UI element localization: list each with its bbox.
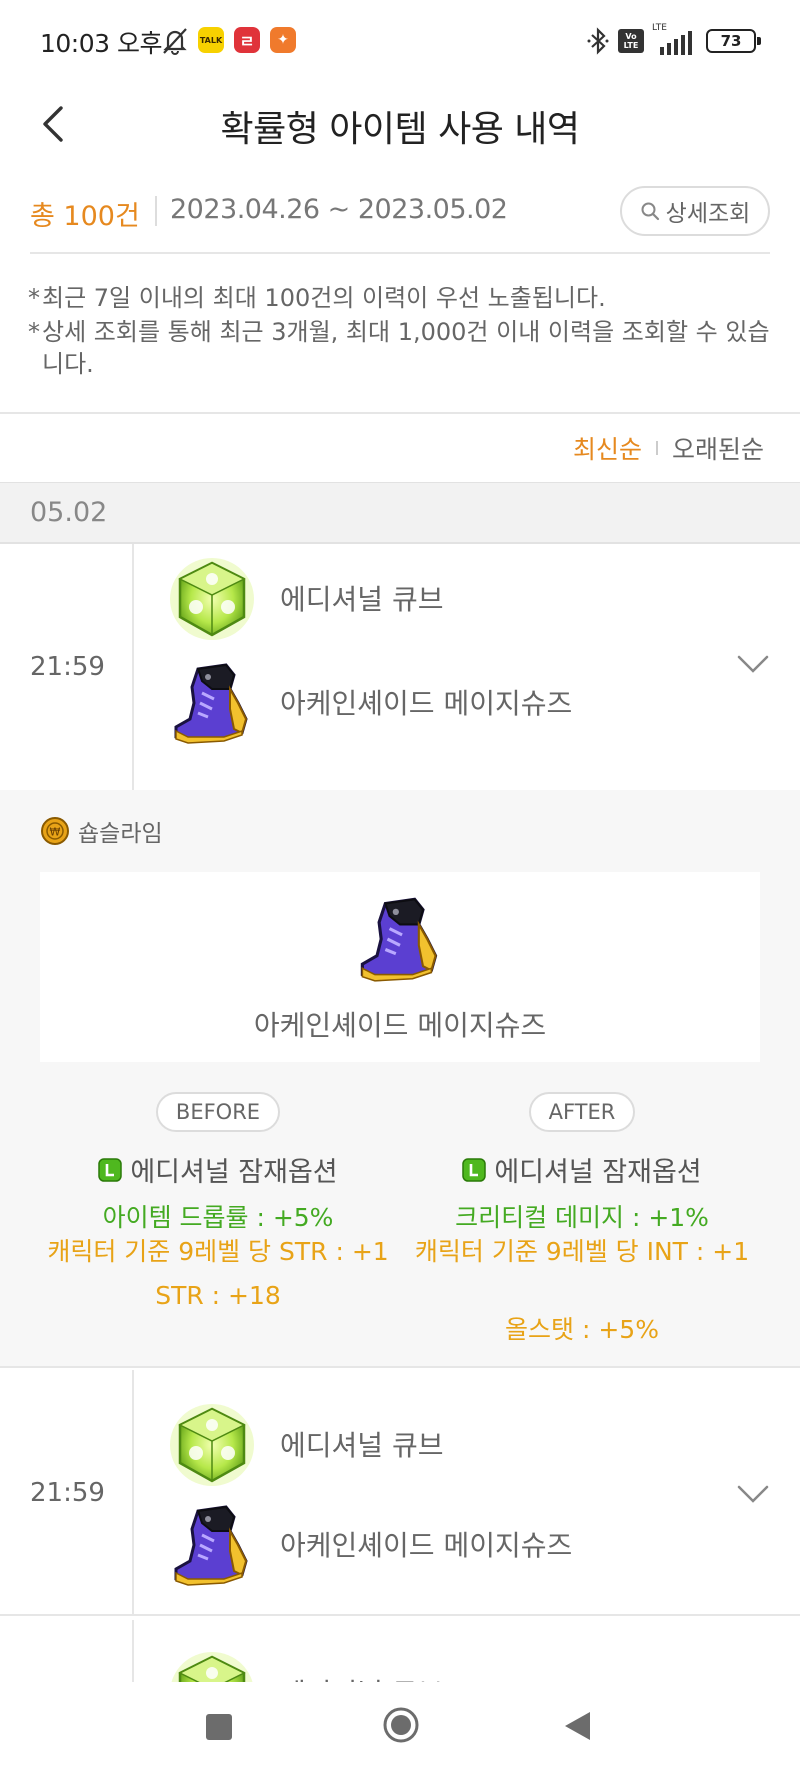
item-name: 아케인셰이드 메이지슈즈 [280, 1529, 573, 1562]
muted-bell-icon [163, 28, 187, 55]
additional-cube-icon [168, 556, 256, 641]
additional-cube-icon [168, 1650, 256, 1682]
battery-icon: 73 [706, 29, 761, 53]
recent-apps-button[interactable] [206, 1714, 232, 1740]
section-divider [0, 412, 800, 414]
notice-item: * 최근 7일 이내의 최대 100건의 이력이 우선 노출됩니다. [28, 284, 606, 312]
status-time: 10:03 오후 [40, 29, 163, 58]
notice-list: * 최근 7일 이내의 최대 100건의 이력이 우선 노출됩니다. * 상세 … [28, 282, 778, 382]
status-icons: Vo LTE LTE 73 [586, 23, 761, 56]
after-potential-title: 에디셔널 잠재옵션 [400, 1150, 764, 1189]
character-coin-icon: ₩ [41, 817, 69, 845]
date-range: 2023.04.26 ~ 2023.05.02 [170, 194, 508, 225]
sort-oldest-button[interactable]: 오래된순 [672, 430, 764, 466]
record-detail-panel: ₩ 숍슬라임 아케인셰이드 메이지슈즈 BEFORE 에디셔널 잠재옵션 아이템… [0, 790, 800, 1368]
notice-item: * 상세 조회를 통해 최근 3개월, 최대 1,000건 이내 이력을 조회할… [28, 318, 770, 378]
cube-name: 에디셔널 큐브 [280, 1672, 443, 1682]
record-time: 21:59 [30, 1478, 105, 1508]
kakaotalk-notification-icon: TALK [198, 27, 224, 53]
cube-name: 에디셔널 큐브 [280, 583, 444, 616]
lte-signal: LTE [652, 23, 698, 55]
record-divider [132, 544, 134, 790]
card-item-name: 아케인셰이드 메이지슈즈 [253, 1009, 547, 1042]
cube-name: 에디셔널 큐브 [280, 1429, 444, 1462]
total-count: 총 100건 [30, 201, 140, 232]
item-card: 아케인셰이드 메이지슈즈 [40, 872, 760, 1062]
svg-text:₩: ₩ [50, 826, 61, 839]
volte-icon: Vo LTE [618, 29, 644, 53]
search-icon [641, 202, 659, 221]
detail-search-label: 상세조회 [665, 201, 751, 227]
record-cube: 에디셔널 큐브 [168, 1650, 443, 1682]
after-option-line: 크리티컬 데미지 : +1% [455, 1203, 709, 1232]
after-column: AFTER 에디셔널 잠재옵션 크리티컬 데미지 : +1% 캐릭터 기준 9레… [400, 1092, 764, 1347]
record-divider [132, 1620, 134, 1682]
home-button[interactable] [382, 1706, 420, 1744]
maple-notification-icon: ✦ [270, 27, 296, 53]
page-title: 확률형 아이템 사용 내역 [220, 109, 580, 150]
sort-divider [655, 441, 658, 455]
date-group-header: 05.02 [0, 482, 800, 544]
record-cube: 에디셔널 큐브 [168, 1402, 443, 1487]
after-label: AFTER [528, 1092, 636, 1132]
before-label: BEFORE [155, 1092, 281, 1132]
history-record[interactable]: 21:59 에디셔널 큐브 아케인셰이드 메이지슈즈 [0, 1370, 800, 1616]
system-nav-bar [0, 1682, 800, 1778]
bluetooth-icon [587, 27, 609, 55]
mage-shoes-icon [174, 1505, 248, 1587]
item-name: 아케인셰이드 메이지슈즈 [280, 687, 573, 720]
legendary-grade-icon [98, 1157, 123, 1182]
character-row: ₩ 숍슬라임 [40, 814, 163, 848]
legendary-grade-icon [462, 1157, 487, 1182]
character-name: 숍슬라임 [78, 821, 163, 847]
before-option-line: 아이템 드롭률 : +5% [102, 1203, 334, 1232]
sort-options: 최신순 오래된순 [573, 428, 764, 468]
history-record-partial[interactable]: 에디셔널 큐브 [0, 1620, 800, 1682]
before-option-line: STR : +18 [155, 1281, 281, 1310]
status-bar: 10:03 오후 TALK ㄹ ✦ Vo LTE LTE 73 [0, 0, 800, 80]
record-cube: 에디셔널 큐브 [168, 556, 443, 641]
before-option-line: 캐릭터 기준 9레벨 당 STR : +1 [47, 1237, 389, 1266]
chevron-down-icon[interactable] [736, 652, 770, 676]
app-header: 확률형 아이템 사용 내역 [0, 80, 800, 170]
signal-strength-icon [660, 31, 692, 55]
before-potential-title: 에디셔널 잠재옵션 [36, 1150, 400, 1189]
after-option-line: 캐릭터 기준 9레벨 당 INT : +1 [414, 1237, 750, 1266]
detail-search-button[interactable]: 상세조회 [620, 186, 770, 236]
summary-row: 총 100건 2023.04.26 ~ 2023.05.02 상세조회 [30, 180, 770, 254]
record-target-item: 아케인셰이드 메이지슈즈 [168, 1504, 572, 1587]
mage-shoes-icon [174, 663, 248, 745]
additional-cube-icon [168, 1402, 256, 1487]
history-record[interactable]: 21:59 에디셔널 큐브 아케인셰이드 메이지슈즈 [0, 544, 800, 790]
record-time: 21:59 [30, 652, 105, 682]
record-target-item: 아케인셰이드 메이지슈즈 [168, 662, 572, 745]
summary-divider [155, 196, 157, 226]
app-notification-icon: ㄹ [234, 27, 260, 53]
chevron-down-icon[interactable] [736, 1482, 770, 1506]
record-divider [132, 1370, 134, 1614]
battery-level: 73 [720, 32, 742, 50]
before-column: BEFORE 에디셔널 잠재옵션 아이템 드롭률 : +5% 캐릭터 기준 9레… [36, 1092, 400, 1313]
date-group-label: 05.02 [30, 497, 108, 528]
after-option-line: 올스탯 : +5% [505, 1315, 659, 1344]
sort-latest-button[interactable]: 최신순 [573, 430, 642, 466]
nav-back-button[interactable] [562, 1710, 592, 1742]
mage-shoes-icon [360, 897, 438, 983]
